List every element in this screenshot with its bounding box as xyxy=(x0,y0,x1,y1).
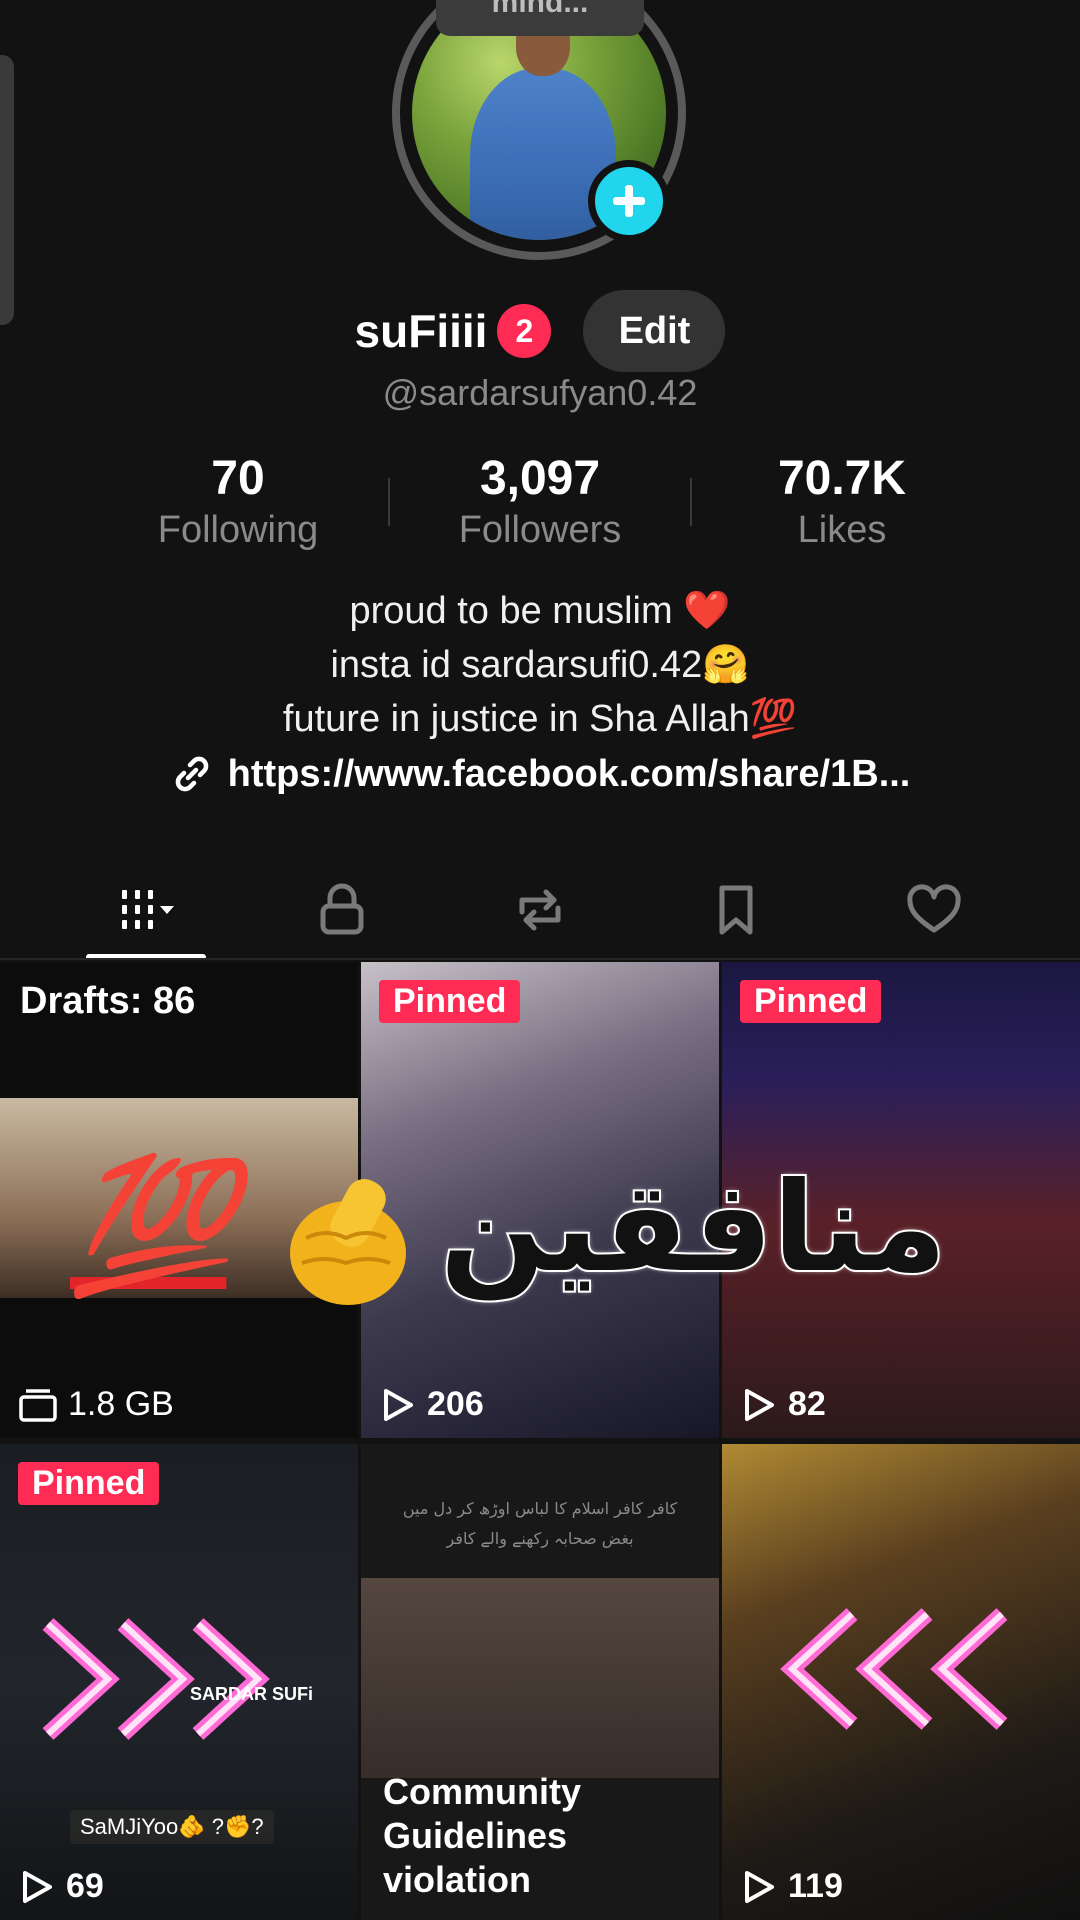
stat-value: 3,097 xyxy=(479,452,601,505)
tab-liked[interactable] xyxy=(826,862,1042,958)
notification-badge[interactable]: 2 xyxy=(497,304,552,358)
video-overlay-text: کافر کافر اسلام کا لباس اوڑھ کر دل میں ب… xyxy=(402,1499,678,1548)
tab-reposts[interactable] xyxy=(432,862,648,958)
bio-line: future in justice in Sha Allah💯 xyxy=(282,698,798,740)
play-icon xyxy=(745,1870,774,1903)
video-tile[interactable]: Pinned SARDAR SUFi SaMJiYoo🫵 ?✊? 69 xyxy=(0,1444,358,1920)
video-watermark: SARDAR SUFi xyxy=(190,1684,314,1704)
neon-chevrons-left xyxy=(780,1608,1008,1730)
view-count: 206 xyxy=(381,1385,484,1424)
view-count-value: 206 xyxy=(427,1385,484,1423)
heart-icon xyxy=(907,884,961,933)
stat-likes[interactable]: 70.7K Likes xyxy=(702,452,982,554)
violation-label: Community Guidelines violation xyxy=(383,1771,581,1900)
pinned-badge: Pinned xyxy=(18,1462,160,1505)
pointing-fist-icon xyxy=(290,1179,406,1305)
drafts-size: 1.8 GB xyxy=(18,1385,174,1424)
bio-line: insta id sardarsufi0.42🤗 xyxy=(330,644,750,686)
drafts-size-value: 1.8 GB xyxy=(68,1385,174,1423)
stat-followers[interactable]: 3,097 Followers xyxy=(400,452,680,554)
repost-icon xyxy=(519,889,561,931)
stat-value: 70 xyxy=(211,452,265,505)
stat-label: Likes xyxy=(797,509,887,551)
plus-icon xyxy=(613,185,645,217)
video-tile[interactable]: 119 xyxy=(722,1444,1080,1920)
arabic-overlay-text: منافقین xyxy=(438,1154,949,1302)
view-count: 82 xyxy=(742,1385,826,1424)
bio-link-text: https://www.facebook.com/share/1B... xyxy=(227,752,911,795)
profile-bio: proud to be muslim ❤️ insta id sardarsuf… xyxy=(0,584,1080,746)
link-icon xyxy=(175,756,208,792)
video-caption: SaMJiYoo🫵 ?✊? xyxy=(70,1810,274,1844)
tab-private[interactable] xyxy=(234,862,450,958)
tabs-divider xyxy=(0,958,1080,960)
bio-link[interactable]: https://www.facebook.com/share/1B... xyxy=(0,752,1080,796)
tab-favorites[interactable] xyxy=(628,862,844,958)
left-edge-handle xyxy=(0,55,14,325)
video-tile-violation[interactable]: کافر کافر اسلام کا لباس اوڑھ کر دل میں ب… xyxy=(361,1444,719,1920)
stat-following[interactable]: 70 Following xyxy=(98,452,378,554)
stat-label: Following xyxy=(157,509,319,551)
view-count: 119 xyxy=(742,1867,843,1906)
play-icon xyxy=(745,1388,774,1421)
stat-value: 70.7K xyxy=(777,452,907,505)
edit-profile-button[interactable]: Edit xyxy=(583,290,726,372)
username: suFiiii xyxy=(354,305,488,357)
lock-icon xyxy=(320,883,364,935)
violation-thumbnail xyxy=(361,1578,719,1778)
profile-stats: 70 Following 3,097 Followers 70.7K Likes xyxy=(0,452,1080,552)
play-icon xyxy=(23,1870,52,1903)
profile-handle: @sardarsufyan0.42 xyxy=(382,372,698,413)
view-count-value: 82 xyxy=(788,1385,826,1423)
view-count-value: 69 xyxy=(66,1867,104,1905)
view-count: 69 xyxy=(20,1867,104,1906)
bookmark-icon xyxy=(719,885,753,935)
grid-videos-icon xyxy=(122,890,174,929)
tab-videos[interactable] xyxy=(38,862,254,958)
view-count-value: 119 xyxy=(788,1867,843,1905)
note-tooltip[interactable]: mind... xyxy=(436,0,644,36)
video-grid: Drafts: 86 1.8 GB Pinned 206 Pinned 82 P… xyxy=(0,962,1080,1920)
pinned-badge: Pinned xyxy=(379,980,521,1023)
play-icon xyxy=(384,1388,413,1421)
profile-name-row: suFiiii 2 Edit xyxy=(0,290,1080,372)
hundred-sticker: 💯 xyxy=(70,1152,234,1299)
folder-icon xyxy=(19,1388,57,1422)
neon-chevrons-right xyxy=(42,1618,270,1740)
stat-label: Followers xyxy=(458,509,622,551)
bio-line: proud to be muslim ❤️ xyxy=(349,590,731,632)
profile-avatar[interactable] xyxy=(392,0,686,262)
profile-tabs xyxy=(0,862,1080,960)
stat-divider xyxy=(690,478,692,526)
pinned-badge: Pinned xyxy=(740,980,882,1023)
stat-divider xyxy=(388,478,390,526)
drafts-count: Drafts: 86 xyxy=(20,980,196,1022)
add-story-button[interactable] xyxy=(588,160,670,242)
